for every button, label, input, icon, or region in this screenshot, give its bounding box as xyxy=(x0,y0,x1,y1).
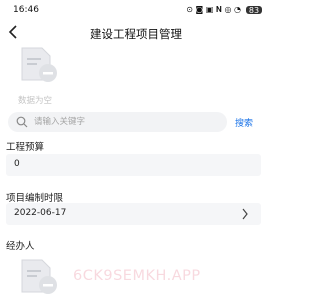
search-button[interactable]: 搜索 xyxy=(235,116,253,129)
search-box[interactable] xyxy=(8,112,227,132)
watermark: 6CK9SEMKH.APP xyxy=(73,268,201,284)
handler-label: 经办人 xyxy=(6,241,35,252)
status-indicator-icons: ⊙ ◙ ▣ 𝐍 ◎ ◔ xyxy=(186,5,241,14)
page-title: 建设工程项目管理 xyxy=(90,27,182,41)
deadline-date-picker[interactable]: 2022-06-17 xyxy=(6,203,261,225)
battery-icon: 83 xyxy=(246,5,262,15)
status-time: 16:46 xyxy=(13,5,39,15)
budget-field[interactable]: 0 xyxy=(6,154,261,176)
chevron-right-icon xyxy=(242,208,248,220)
empty-state-text: 数据为空 xyxy=(18,96,53,106)
search-input[interactable] xyxy=(34,115,219,129)
nav-bar: 建设工程项目管理 xyxy=(0,20,272,46)
search-icon xyxy=(16,116,28,128)
handler-empty-icon xyxy=(18,256,64,300)
budget-value: 0 xyxy=(14,159,20,169)
status-bar: 16:46 ⊙ ◙ ▣ 𝐍 ◎ ◔ 83 xyxy=(0,0,272,20)
empty-document-icon xyxy=(18,44,64,88)
deadline-label: 项目编制时限 xyxy=(6,193,64,204)
deadline-value: 2022-06-17 xyxy=(14,208,67,218)
status-icons: ⊙ ◙ ▣ 𝐍 ◎ ◔ 83 xyxy=(186,5,262,15)
budget-label: 工程预算 xyxy=(6,142,45,153)
